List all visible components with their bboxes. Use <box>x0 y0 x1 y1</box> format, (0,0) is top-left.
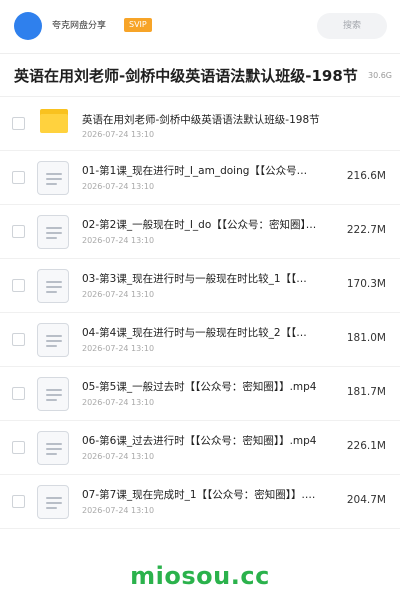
document-icon <box>37 269 69 303</box>
svip-badge: SVIP <box>124 18 152 32</box>
file-name: 英语在用刘老师-剑桥中级英语语法默认班级-198节 <box>82 114 320 126</box>
file-date: 2026-07-24 13:10 <box>82 344 155 353</box>
file-date: 2026-07-24 13:10 <box>82 182 155 191</box>
folder-icon <box>40 109 68 133</box>
file-date: 2026-07-24 13:10 <box>82 452 155 461</box>
file-name: 04-第4课_现在进行时与一般现在时比较_2【【公众号：密知圈】】.mp4 <box>82 327 317 339</box>
row-checkbox[interactable] <box>12 225 25 238</box>
file-name: 01-第1课_现在进行时_I_am_doing【【公众号：密知圈】】.mp4 <box>82 165 317 177</box>
file-date: 2026-07-24 13:10 <box>82 290 155 299</box>
row-checkbox[interactable] <box>12 387 25 400</box>
document-icon <box>37 431 69 465</box>
folder-total-size: 30.6G <box>363 69 392 83</box>
file-name: 05-第5课_一般过去时【【公众号：密知圈】】.mp4 <box>82 381 317 393</box>
document-icon <box>37 377 69 411</box>
file-date: 2026-07-24 13:10 <box>82 236 155 245</box>
list-item[interactable]: 02-第2课_一般现在时_I_do【【公众号：密知圈】】.mp4 2026-07… <box>0 205 400 259</box>
site-watermark: miosou.cc <box>130 562 270 590</box>
row-checkbox[interactable] <box>12 495 25 508</box>
row-checkbox[interactable] <box>12 171 25 184</box>
row-checkbox[interactable] <box>12 117 25 130</box>
list-item[interactable]: 05-第5课_一般过去时【【公众号：密知圈】】.mp4 2026-07-24 1… <box>0 367 400 421</box>
file-size: 222.7M <box>346 224 386 236</box>
title-bar: 英语在用刘老师-剑桥中级英语语法默认班级-198节 30.6G <box>0 55 400 97</box>
user-name[interactable]: 夸克网盘分享 <box>52 19 106 33</box>
search-input[interactable]: 搜索 <box>317 13 387 39</box>
list-item[interactable]: 01-第1课_现在进行时_I_am_doing【【公众号：密知圈】】.mp4 2… <box>0 151 400 205</box>
row-checkbox[interactable] <box>12 279 25 292</box>
list-item[interactable]: 06-第6课_过去进行时【【公众号：密知圈】】.mp4 2026-07-24 1… <box>0 421 400 475</box>
page-title: 英语在用刘老师-剑桥中级英语语法默认班级-198节 <box>14 67 358 85</box>
list-item[interactable]: 07-第7课_现在完成时_1【【公众号：密知圈】】.mp4 2026-07-24… <box>0 475 400 529</box>
file-date: 2026-07-24 13:10 <box>82 506 155 515</box>
row-checkbox[interactable] <box>12 333 25 346</box>
file-name: 03-第3课_现在进行时与一般现在时比较_1【【公众号：密知圈】】.mp4 <box>82 273 317 285</box>
file-size: 204.7M <box>346 494 386 506</box>
file-name: 07-第7课_现在完成时_1【【公众号：密知圈】】.mp4 <box>82 489 317 501</box>
file-size: 216.6M <box>346 170 386 182</box>
list-item[interactable]: 04-第4课_现在进行时与一般现在时比较_2【【公众号：密知圈】】.mp4 20… <box>0 313 400 367</box>
file-name: 06-第6课_过去进行时【【公众号：密知圈】】.mp4 <box>82 435 317 447</box>
file-list: 英语在用刘老师-剑桥中级英语语法默认班级-198节 2026-07-24 13:… <box>0 97 400 529</box>
file-date: 2026-07-24 13:10 <box>82 130 155 139</box>
row-checkbox[interactable] <box>12 441 25 454</box>
file-size: 181.7M <box>346 386 386 398</box>
list-item-folder[interactable]: 英语在用刘老师-剑桥中级英语语法默认班级-198节 2026-07-24 13:… <box>0 97 400 151</box>
list-item[interactable]: 03-第3课_现在进行时与一般现在时比较_1【【公众号：密知圈】】.mp4 20… <box>0 259 400 313</box>
document-icon <box>37 485 69 519</box>
file-size: 226.1M <box>346 440 386 452</box>
file-size: 170.3M <box>346 278 386 290</box>
avatar[interactable] <box>14 12 42 40</box>
document-icon <box>37 215 69 249</box>
document-icon <box>37 323 69 357</box>
file-date: 2026-07-24 13:10 <box>82 398 155 407</box>
document-icon <box>37 161 69 195</box>
file-size: 181.0M <box>346 332 386 344</box>
top-header: 夸克网盘分享 SVIP 搜索 <box>0 0 400 54</box>
file-name: 02-第2课_一般现在时_I_do【【公众号：密知圈】】.mp4 <box>82 219 317 231</box>
